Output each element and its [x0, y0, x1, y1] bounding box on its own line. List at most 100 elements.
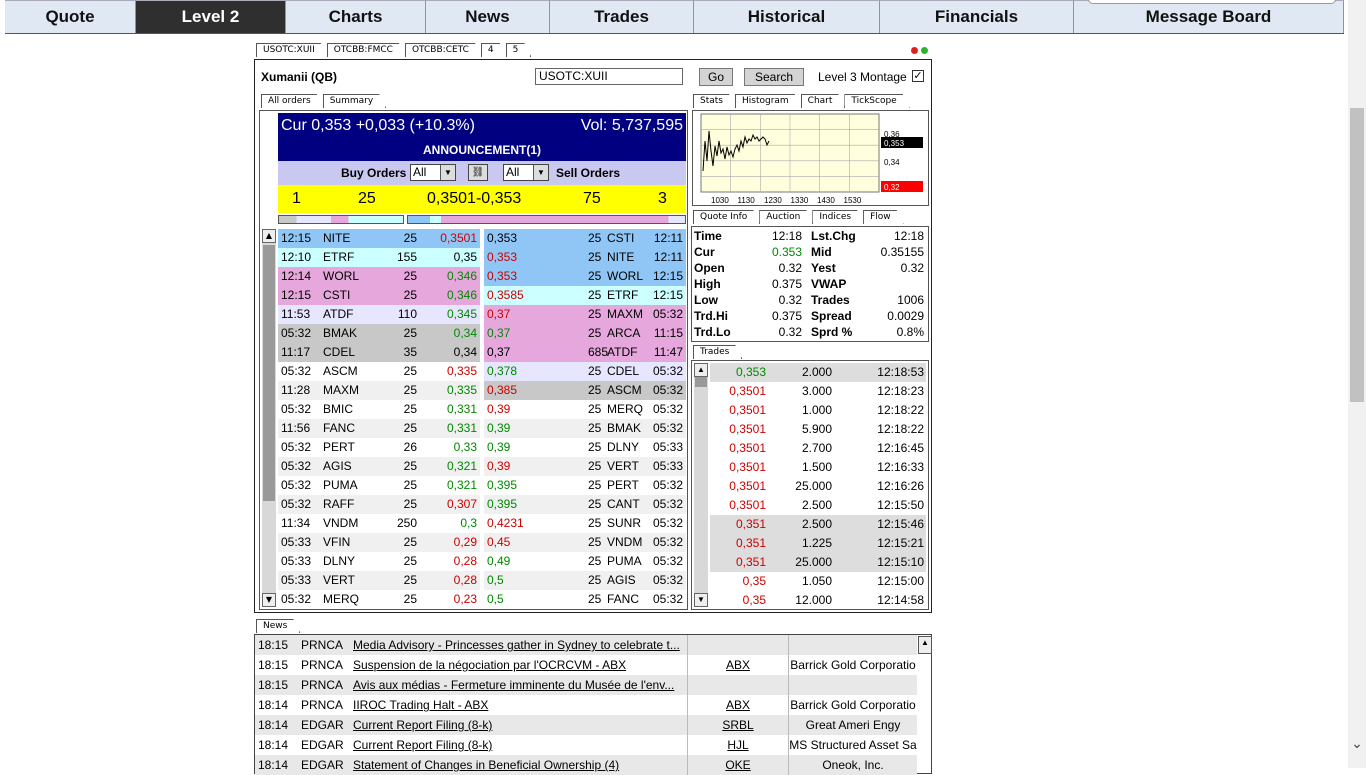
news-row[interactable]: 18:15 PRNCA Media Advisory - Princesses ga…: [255, 635, 917, 655]
sell-filter-select[interactable]: All ▼: [503, 164, 549, 181]
bid-row[interactable]: 05:32 MERQ 25 0,23: [278, 590, 480, 609]
nav-news[interactable]: News: [426, 0, 550, 33]
trade-row[interactable]: 0,3501 1.500 12:16:33: [710, 458, 926, 477]
scroll-down-icon[interactable]: ▼: [262, 593, 276, 607]
announcement-link[interactable]: ANNOUNCEMENT(1): [278, 143, 686, 157]
bid-row[interactable]: 05:32 BMAK 25 0,34: [278, 324, 480, 343]
ask-row[interactable]: 0,353 25 NITE 12:11: [484, 248, 686, 267]
tab-usotc-xuii[interactable]: USOTC:XUII: [256, 43, 328, 57]
tab-tickscope[interactable]: TickScope: [844, 94, 909, 108]
buy-filter-select[interactable]: All ▼: [410, 164, 456, 181]
nav-message-board[interactable]: Message Board: [1074, 0, 1344, 33]
bid-row[interactable]: 12:14 WORL 25 0,346: [278, 267, 480, 286]
bid-row[interactable]: 05:32 RAFF 25 0,307: [278, 495, 480, 514]
ask-row[interactable]: 0,37 25 ARCA 11:15: [484, 324, 686, 343]
tab-auction[interactable]: Auction: [759, 210, 813, 224]
bid-row[interactable]: 11:34 VNDM 250 0,3: [278, 514, 480, 533]
bid-row[interactable]: 11:17 CDEL 35 0,34: [278, 343, 480, 362]
tab-quote-info[interactable]: Quote Info: [693, 210, 760, 224]
tab-indices[interactable]: Indices: [812, 210, 864, 224]
bid-row[interactable]: 12:15 CSTI 25 0,346: [278, 286, 480, 305]
tab-trades[interactable]: Trades: [693, 345, 742, 359]
book-scroll-thumb[interactable]: [263, 245, 275, 501]
ask-row[interactable]: 0,353 25 WORL 12:15: [484, 267, 686, 286]
page-scrollbar[interactable]: [1348, 0, 1366, 768]
trade-row[interactable]: 0,3501 5.900 12:18:22: [710, 420, 926, 439]
ask-row[interactable]: 0,39 25 MERQ 05:32: [484, 400, 686, 419]
trade-row[interactable]: 0,351 2.500 12:15:46: [710, 515, 926, 534]
search-input[interactable]: [1088, 0, 1336, 4]
page-scroll-thumb[interactable]: [1350, 108, 1364, 402]
news-ticker[interactable]: OKE: [688, 755, 788, 775]
trade-row[interactable]: 0,351 25.000 12:15:10: [710, 553, 926, 572]
bid-row[interactable]: 05:33 DLNY 25 0,28: [278, 552, 480, 571]
bid-row[interactable]: 11:53 ATDF 110 0,345: [278, 305, 480, 324]
scroll-up-icon[interactable]: ▲: [694, 363, 708, 377]
news-row[interactable]: 18:14 EDGAR Statement of Changes in Benefi…: [255, 755, 917, 775]
bid-row[interactable]: 12:10 ETRF 155 0,35: [278, 248, 480, 267]
tab-all-orders[interactable]: All orders: [261, 94, 324, 108]
ask-row[interactable]: 0,49 25 PUMA 05:32: [484, 552, 686, 571]
bid-row[interactable]: 11:56 FANC 25 0,331: [278, 419, 480, 438]
nav-trades[interactable]: Trades: [550, 0, 694, 33]
scroll-down-icon[interactable]: ⌄: [1349, 736, 1365, 752]
bid-row[interactable]: 05:33 VFIN 25 0,29: [278, 533, 480, 552]
trade-row[interactable]: 0,3501 25.000 12:16:26: [710, 477, 926, 496]
ask-row[interactable]: 0,37 25 MAXM 05:32: [484, 305, 686, 324]
news-ticker[interactable]: HJL: [688, 735, 788, 755]
trade-row[interactable]: 0,35 1.050 12:15:00: [710, 572, 926, 591]
tab-otcbb-fmcc[interactable]: OTCBB:FMCC: [327, 43, 406, 57]
news-headline[interactable]: Current Report Filing (8-k): [353, 735, 685, 755]
ask-row[interactable]: 0,378 25 CDEL 05:32: [484, 362, 686, 381]
ask-row[interactable]: 0,39 25 VERT 05:33: [484, 457, 686, 476]
trade-row[interactable]: 0,3501 2.500 12:15:50: [710, 496, 926, 515]
trade-row[interactable]: 0,3501 2.700 12:16:45: [710, 439, 926, 458]
news-row[interactable]: 18:14 PRNCA IIROC Trading Halt - ABX ABX Bar…: [255, 695, 917, 715]
news-headline[interactable]: Media Advisory - Princesses gather in Sy…: [353, 635, 685, 655]
tab-flow[interactable]: Flow: [863, 210, 904, 224]
bid-row[interactable]: 05:33 VERT 25 0,28: [278, 571, 480, 590]
ask-row[interactable]: 0,395 25 PERT 05:32: [484, 476, 686, 495]
ask-row[interactable]: 0,353 25 CSTI 12:11: [484, 229, 686, 248]
ask-row[interactable]: 0,45 25 VNDM 05:32: [484, 533, 686, 552]
trade-row[interactable]: 0,35 12.000 12:14:58: [710, 591, 926, 610]
news-headline[interactable]: Suspension de la négociation par l'OCRCV…: [353, 655, 685, 675]
nav-historical[interactable]: Historical: [694, 0, 880, 33]
scroll-up-icon[interactable]: ▲: [262, 229, 276, 243]
ask-row[interactable]: 0,4231 25 SUNR 05:32: [484, 514, 686, 533]
close-dot-icon[interactable]: [911, 47, 918, 54]
news-ticker[interactable]: ABX: [688, 655, 788, 675]
news-row[interactable]: 18:15 PRNCA Avis aux médias - Fermeture im…: [255, 675, 917, 695]
nav-financials[interactable]: Financials: [880, 0, 1074, 33]
news-row[interactable]: 18:14 EDGAR Current Report Filing (8-k) SRB…: [255, 715, 917, 735]
bid-row[interactable]: 05:32 BMIC 25 0,331: [278, 400, 480, 419]
bid-row[interactable]: 11:28 MAXM 25 0,335: [278, 381, 480, 400]
tab-4[interactable]: 4: [481, 43, 507, 57]
trade-row[interactable]: 0,353 2.000 12:18:53: [710, 363, 926, 382]
tab-summary[interactable]: Summary: [323, 94, 387, 108]
scroll-down-icon[interactable]: ▼: [694, 593, 708, 607]
nav-quote[interactable]: Quote: [5, 0, 136, 33]
link-icon[interactable]: ⛓: [468, 164, 488, 181]
tab-histogram[interactable]: Histogram: [735, 94, 802, 108]
search-button[interactable]: Search: [744, 68, 804, 86]
trade-row[interactable]: 0,3501 1.000 12:18:22: [710, 401, 926, 420]
news-row[interactable]: 18:14 EDGAR Current Report Filing (8-k) HJL…: [255, 735, 917, 755]
ask-row[interactable]: 0,39 25 BMAK 05:32: [484, 419, 686, 438]
tab-otcbb-cetc[interactable]: OTCBB:CETC: [405, 43, 482, 57]
ask-row[interactable]: 0,39 25 DLNY 05:33: [484, 438, 686, 457]
nav-charts[interactable]: Charts: [286, 0, 426, 33]
bid-row[interactable]: 12:15 NITE 25 0,3501: [278, 229, 480, 248]
book-scrollbar[interactable]: ▲ ▼: [262, 229, 276, 607]
tab-5[interactable]: 5: [506, 43, 532, 57]
ask-row[interactable]: 0,5 25 AGIS 05:32: [484, 571, 686, 590]
go-button[interactable]: Go: [699, 68, 733, 86]
ask-row[interactable]: 0,5 25 FANC 05:32: [484, 590, 686, 609]
trade-row[interactable]: 0,3501 3.000 12:18:23: [710, 382, 926, 401]
scroll-up-icon[interactable]: ▲: [918, 636, 932, 654]
news-headline[interactable]: IIROC Trading Halt - ABX: [353, 695, 685, 715]
news-ticker[interactable]: ABX: [688, 695, 788, 715]
tab-chart[interactable]: Chart: [801, 94, 846, 108]
ask-row[interactable]: 0,395 25 CANT 05:32: [484, 495, 686, 514]
tab-stats[interactable]: Stats: [693, 94, 736, 108]
